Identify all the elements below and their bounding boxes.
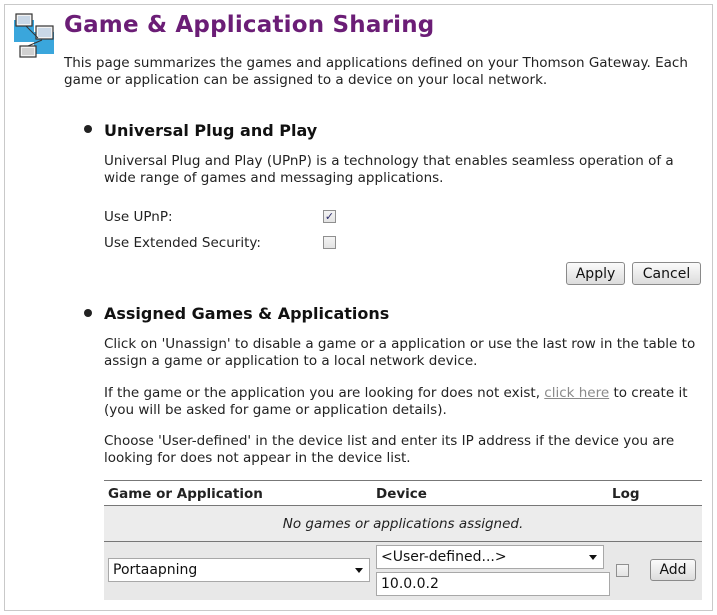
device-select-value: <User-defined...> [381, 549, 507, 565]
empty-message: No games or applications assigned. [282, 515, 524, 532]
create-text-before: If the game or the application you are l… [104, 385, 545, 401]
section-bullet [84, 125, 92, 133]
assigned-para-unassign: Click on 'Unassign' to disable a game or… [104, 336, 696, 369]
assigned-section-title: Assigned Games & Applications [104, 304, 390, 323]
assigned-games-table: Game or Application Device Log No games … [104, 480, 702, 600]
ip-address-input[interactable]: 10.0.0.2 [376, 572, 610, 596]
log-checkbox[interactable] [616, 564, 629, 577]
use-extended-security-checkbox[interactable] [323, 236, 336, 249]
use-upnp-checkbox[interactable]: ✓ [323, 210, 336, 223]
apply-button[interactable]: Apply [566, 262, 625, 285]
page-title: Game & Application Sharing [64, 12, 435, 38]
page-intro: This page summarizes the games and appli… [64, 55, 688, 88]
use-extended-security-label: Use Extended Security: [104, 235, 261, 251]
use-upnp-label: Use UPnP: [104, 209, 173, 225]
add-button[interactable]: Add [650, 559, 696, 581]
device-select[interactable]: <User-defined...> [376, 545, 604, 569]
application-select-value: Portaapning [113, 562, 198, 578]
application-select[interactable]: Portaapning [108, 558, 370, 582]
table-header-row: Game or Application Device Log [104, 480, 702, 506]
cancel-button[interactable]: Cancel [632, 262, 701, 285]
column-header-device: Device [376, 486, 427, 502]
table-new-row: Portaapning <User-defined...> 10.0.0.2 A… [104, 542, 702, 600]
chevron-down-icon [589, 555, 597, 560]
upnp-section-title: Universal Plug and Play [104, 121, 318, 140]
click-here-link[interactable]: click here [544, 385, 609, 401]
upnp-description: Universal Plug and Play (UPnP) is a tech… [104, 153, 674, 186]
table-empty-row: No games or applications assigned. [104, 506, 702, 542]
assigned-para-user-defined: Choose 'User-defined' in the device list… [104, 433, 675, 466]
game-sharing-logo-icon [14, 13, 54, 58]
assigned-para-create: If the game or the application you are l… [104, 385, 704, 419]
section-bullet [84, 309, 92, 317]
column-header-log: Log [612, 486, 640, 502]
column-header-game: Game or Application [108, 486, 263, 502]
chevron-down-icon [355, 568, 363, 573]
